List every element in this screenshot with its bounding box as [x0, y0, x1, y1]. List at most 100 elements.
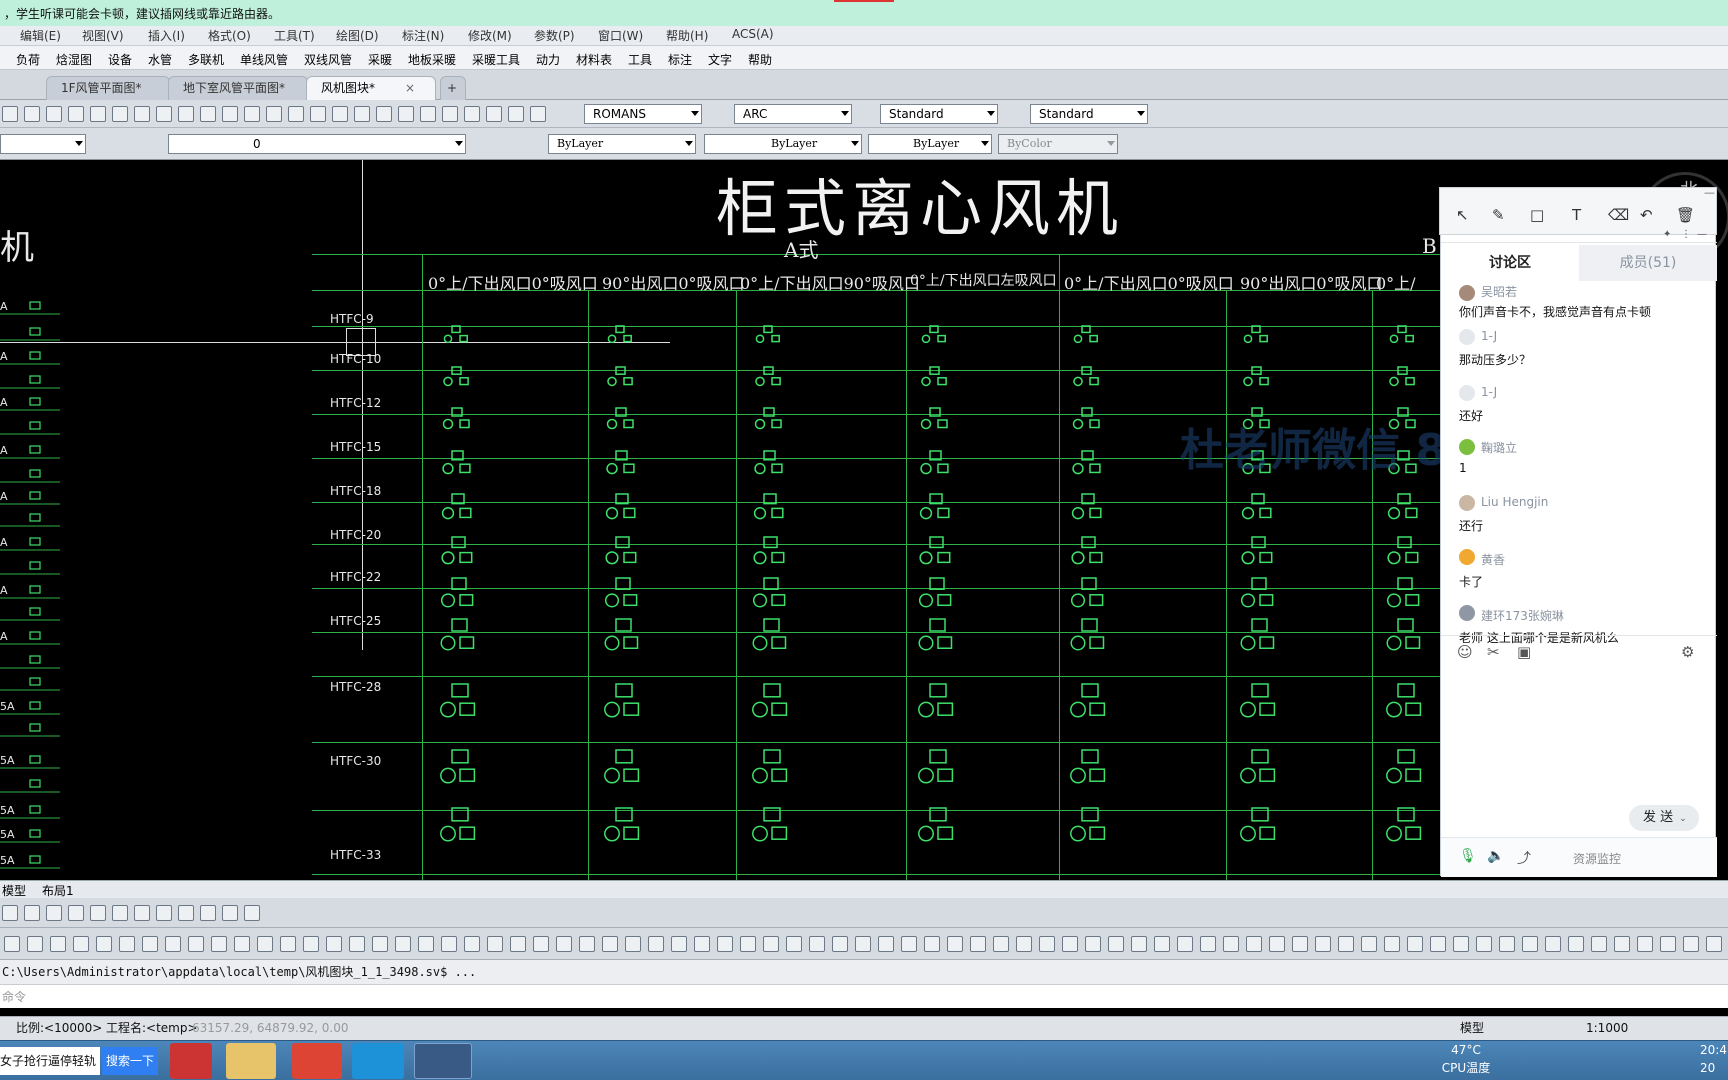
toolbar-tool-icon[interactable] — [50, 936, 66, 952]
toolbar-tool-icon[interactable] — [1177, 936, 1193, 952]
toolbar-tool-icon[interactable] — [487, 936, 503, 952]
menu-power[interactable]: 动力 — [536, 51, 560, 68]
toolbar-tool-icon[interactable] — [332, 106, 348, 122]
workspace-select[interactable] — [0, 134, 86, 154]
toolbar-tool-icon[interactable] — [349, 936, 365, 952]
toolbar-tool-icon[interactable] — [1338, 936, 1354, 952]
menu-heating[interactable]: 采暖 — [368, 51, 392, 68]
menu-modify[interactable]: 修改(M) — [468, 27, 512, 44]
toolbar-tool-icon[interactable] — [90, 905, 106, 921]
toolbar-tool-icon[interactable] — [1039, 936, 1055, 952]
dimstyle-select[interactable]: ARC — [734, 104, 852, 124]
taskbar-search-button[interactable]: 搜索一下 — [102, 1047, 158, 1075]
menu-heating-tools[interactable]: 采暖工具 — [472, 51, 520, 68]
toolbar-tool-icon[interactable] — [579, 936, 595, 952]
toolbar-tool-icon[interactable] — [165, 936, 181, 952]
menu-water-pipe[interactable]: 水管 — [148, 51, 172, 68]
toolbar-tool-icon[interactable] — [372, 936, 388, 952]
toolbar-tool-icon[interactable] — [354, 106, 370, 122]
toolbar-tool-icon[interactable] — [395, 936, 411, 952]
toolbar-tool-icon[interactable] — [1522, 936, 1538, 952]
toolbar-tool-icon[interactable] — [442, 106, 458, 122]
menu-equipment[interactable]: 设备 — [108, 51, 132, 68]
tablestyle-select[interactable]: Standard — [1030, 104, 1148, 124]
toolbar-tool-icon[interactable] — [464, 936, 480, 952]
toolbar-tool-icon[interactable] — [4, 936, 20, 952]
menu-tool[interactable]: 工具 — [628, 51, 652, 68]
menu-view[interactable]: 视图(V) — [82, 27, 124, 44]
toolbar-tool-icon[interactable] — [1062, 936, 1078, 952]
toolbar-tool-icon[interactable] — [244, 905, 260, 921]
send-button[interactable]: 发 送 ⌄ — [1629, 805, 1699, 831]
toolbar-tool-icon[interactable] — [786, 936, 802, 952]
toolbar-tool-icon[interactable] — [1200, 936, 1216, 952]
toolbar-tool-icon[interactable] — [1614, 936, 1630, 952]
menu-material[interactable]: 材料表 — [576, 51, 612, 68]
menu-text[interactable]: 文字 — [708, 51, 732, 68]
annotation-scale[interactable]: 1:1000 — [1586, 1017, 1628, 1039]
toolbar-tool-icon[interactable] — [222, 106, 238, 122]
toolbar-tool-icon[interactable] — [27, 936, 43, 952]
toolbar-tool-icon[interactable] — [310, 106, 326, 122]
toolbar-tool-icon[interactable] — [96, 936, 112, 952]
toolbar-tool-icon[interactable] — [156, 106, 172, 122]
toolbar-tool-icon[interactable] — [68, 106, 84, 122]
toolbar-tool-icon[interactable] — [1315, 936, 1331, 952]
new-tab-button[interactable]: + — [440, 76, 466, 100]
toolbar-tool-icon[interactable] — [326, 936, 342, 952]
toolbar-tool-icon[interactable] — [142, 936, 158, 952]
tab-fan-block[interactable]: 风机图块* × — [306, 76, 436, 100]
toolbar-tool-icon[interactable] — [2, 905, 18, 921]
toolbar-tool-icon[interactable] — [46, 106, 62, 122]
textstyle-select[interactable]: Standard — [880, 104, 998, 124]
toolbar-tool-icon[interactable] — [200, 106, 216, 122]
tab-basement-duct[interactable]: 地下室风管平面图* — [168, 76, 308, 100]
toolbar-tool-icon[interactable] — [533, 936, 549, 952]
tab-members[interactable]: 成员(51) — [1579, 245, 1717, 281]
toolbar-tool-icon[interactable] — [648, 936, 664, 952]
share-icon[interactable]: ⤴ — [1517, 848, 1531, 868]
toolbar-tool-icon[interactable] — [303, 936, 319, 952]
text-icon[interactable]: T — [1572, 206, 1581, 224]
menu-edit[interactable]: 编辑(E) — [20, 27, 61, 44]
menu-psychro[interactable]: 焓湿图 — [56, 51, 92, 68]
menu-format[interactable]: 格式(O) — [208, 27, 251, 44]
menu-params[interactable]: 参数(P) — [534, 27, 575, 44]
rectangle-icon[interactable]: □ — [1530, 206, 1544, 224]
toolbar-tool-icon[interactable] — [1384, 936, 1400, 952]
toolbar-tool-icon[interactable] — [602, 936, 618, 952]
toolbar-tool-icon[interactable] — [1637, 936, 1653, 952]
settings-icon[interactable]: ⚙ — [1681, 643, 1694, 661]
toolbar-tool-icon[interactable] — [694, 936, 710, 952]
linetype-select[interactable]: ByLayer — [704, 134, 862, 154]
toolbar-tool-icon[interactable] — [1131, 936, 1147, 952]
menu-help[interactable]: 帮助(H) — [666, 27, 708, 44]
toolbar-tool-icon[interactable] — [112, 106, 128, 122]
toolbar-tool-icon[interactable] — [244, 106, 260, 122]
toolbar-tool-icon[interactable] — [878, 936, 894, 952]
toolbar-tool-icon[interactable] — [398, 106, 414, 122]
toolbar-tool-icon[interactable] — [24, 905, 40, 921]
menu-double-duct[interactable]: 双线风管 — [304, 51, 352, 68]
toolbar-tool-icon[interactable] — [924, 936, 940, 952]
toolbar-tool-icon[interactable] — [1269, 936, 1285, 952]
eraser-icon[interactable]: ⌫ — [1608, 206, 1629, 224]
toolbar-tool-icon[interactable] — [211, 936, 227, 952]
toolbar-tool-icon[interactable] — [1591, 936, 1607, 952]
microphone-icon[interactable]: 🎙 — [1459, 848, 1477, 864]
toolbar-tool-icon[interactable] — [68, 905, 84, 921]
toolbar-tool-icon[interactable] — [73, 936, 89, 952]
toolbar-tool-icon[interactable] — [1660, 936, 1676, 952]
toolbar-tool-icon[interactable] — [188, 936, 204, 952]
toolbar-tool-icon[interactable] — [200, 905, 216, 921]
pointer-icon[interactable]: ↖ — [1456, 206, 1469, 224]
toolbar-tool-icon[interactable] — [1085, 936, 1101, 952]
toolbar-tool-icon[interactable] — [1453, 936, 1469, 952]
menu-single-duct[interactable]: 单线风管 — [240, 51, 288, 68]
toolbar-tool-icon[interactable] — [970, 936, 986, 952]
pen-icon[interactable]: ✎ — [1492, 206, 1505, 224]
toolbar-tool-icon[interactable] — [1476, 936, 1492, 952]
minimize-icon[interactable]: — — [1697, 229, 1707, 240]
model-tab[interactable]: 模型 — [2, 882, 26, 899]
layer-select[interactable]: 0 — [168, 134, 466, 154]
